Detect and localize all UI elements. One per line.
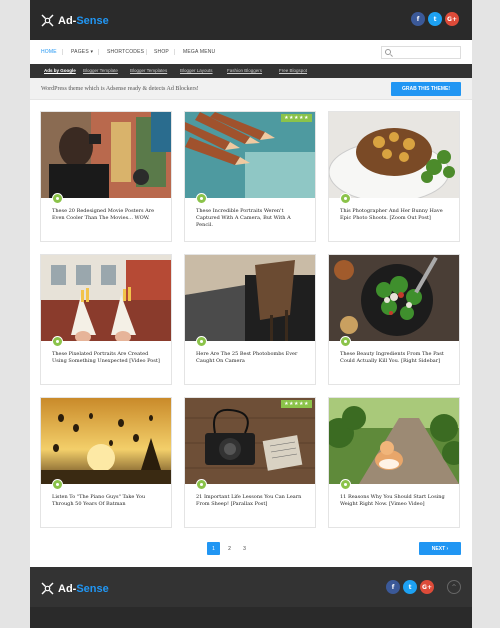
post-thumbnail[interactable] bbox=[41, 255, 171, 341]
page-link-2[interactable]: 2 bbox=[223, 542, 236, 555]
post-thumbnail[interactable]: ★★★★★ bbox=[185, 112, 315, 198]
nav-home[interactable]: HOME bbox=[41, 49, 57, 55]
page-link-3[interactable]: 3 bbox=[238, 542, 251, 555]
twitter-icon[interactable]: t bbox=[403, 580, 417, 594]
post-title[interactable]: 11 Reasons Why You Should Start Losing W… bbox=[340, 494, 452, 508]
google-plus-icon[interactable]: G+ bbox=[420, 580, 434, 594]
post-card[interactable]: These Pixelated Portraits Are Created Us… bbox=[40, 254, 172, 385]
footer-logo[interactable]: Ad-Sense bbox=[41, 580, 109, 597]
post-card[interactable]: ★★★★★ These Incredible Portraits Weren't… bbox=[184, 111, 316, 242]
facebook-icon[interactable]: f bbox=[411, 12, 425, 26]
post-thumbnail[interactable]: ★★★★★ bbox=[185, 398, 315, 484]
post-thumbnail[interactable] bbox=[329, 255, 459, 341]
search-input[interactable] bbox=[381, 46, 461, 59]
post-card[interactable]: 11 Reasons Why You Should Start Losing W… bbox=[328, 397, 460, 528]
ad-link[interactable]: Blogger Layouts bbox=[180, 68, 213, 73]
promo-text: WordPress theme which is Adsense ready &… bbox=[41, 86, 199, 92]
category-icon[interactable] bbox=[52, 336, 63, 347]
nav-shop[interactable]: SHOP bbox=[154, 49, 169, 55]
post-title[interactable]: Here Are The 25 Best Photobombs Ever Cau… bbox=[196, 351, 308, 365]
post-thumbnail[interactable] bbox=[41, 398, 171, 484]
post-thumbnail[interactable] bbox=[185, 255, 315, 341]
promo-bar: WordPress theme which is Adsense ready &… bbox=[30, 78, 472, 100]
next-page-button[interactable]: NEXT › bbox=[419, 542, 461, 555]
nav-divider bbox=[98, 49, 99, 55]
grab-theme-button[interactable]: GRAB THIS THEME! bbox=[391, 82, 461, 96]
nav-pages[interactable]: PAGES ▾ bbox=[71, 49, 93, 55]
category-icon[interactable] bbox=[196, 479, 207, 490]
ad-link[interactable]: Free Blogspot bbox=[279, 68, 307, 73]
footer-bottom-bar bbox=[30, 607, 472, 628]
category-icon[interactable] bbox=[196, 193, 207, 204]
logo-text: Ad-Sense bbox=[58, 14, 109, 27]
post-thumbnail[interactable] bbox=[329, 112, 459, 198]
ads-by-google-link[interactable]: Ads by Google bbox=[44, 68, 76, 73]
nav-divider bbox=[146, 49, 147, 55]
page: Ad-Sense f t G+ HOME PAGES ▾ SHORTCODES … bbox=[30, 0, 472, 628]
category-icon[interactable] bbox=[52, 193, 63, 204]
footer-social: f t G+ bbox=[386, 580, 434, 594]
category-icon[interactable] bbox=[340, 336, 351, 347]
ad-link[interactable]: Blogger Template bbox=[83, 68, 118, 73]
back-to-top-button[interactable]: ^ bbox=[447, 580, 461, 594]
post-title[interactable]: These Pixelated Portraits Are Created Us… bbox=[52, 351, 164, 365]
post-title[interactable]: Listen To "The Piano Guys" Take You Thro… bbox=[52, 494, 164, 508]
nav-shortcodes[interactable]: SHORTCODES bbox=[107, 49, 144, 55]
post-title[interactable]: These 20 Redesigned Movie Posters Are Ev… bbox=[52, 208, 164, 222]
ad-links-bar: Ads by Google Blogger Template Blogger T… bbox=[30, 64, 472, 78]
nav-divider bbox=[62, 49, 63, 55]
rating-badge: ★★★★★ bbox=[281, 400, 312, 408]
search-icon bbox=[385, 49, 391, 55]
category-icon[interactable] bbox=[196, 336, 207, 347]
post-thumbnail[interactable] bbox=[41, 112, 171, 198]
site-header: Ad-Sense f t G+ bbox=[30, 0, 472, 40]
post-card[interactable]: Here Are The 25 Best Photobombs Ever Cau… bbox=[184, 254, 316, 385]
logo-icon bbox=[41, 14, 54, 27]
site-logo[interactable]: Ad-Sense bbox=[41, 12, 109, 29]
rating-badge: ★★★★★ bbox=[281, 114, 312, 122]
category-icon[interactable] bbox=[340, 193, 351, 204]
facebook-icon[interactable]: f bbox=[386, 580, 400, 594]
post-card[interactable]: These 20 Redesigned Movie Posters Are Ev… bbox=[40, 111, 172, 242]
post-title[interactable]: This Photographer And Her Bunny Have Epi… bbox=[340, 208, 452, 222]
main-nav: HOME PAGES ▾ SHORTCODES SHOP MEGA MENU bbox=[30, 40, 472, 64]
twitter-icon[interactable]: t bbox=[428, 12, 442, 26]
post-title[interactable]: 21 Important Life Lessons You Can Learn … bbox=[196, 494, 308, 508]
category-icon[interactable] bbox=[52, 479, 63, 490]
post-card[interactable]: ★★★★★ 21 Important Life Lessons You Can … bbox=[184, 397, 316, 528]
category-icon[interactable] bbox=[340, 479, 351, 490]
post-card[interactable]: Listen To "The Piano Guys" Take You Thro… bbox=[40, 397, 172, 528]
ad-link[interactable]: Blogger Templates bbox=[130, 68, 167, 73]
ad-link[interactable]: Fashion Bloggers bbox=[227, 68, 262, 73]
logo-text: Ad-Sense bbox=[58, 582, 109, 595]
site-footer: Ad-Sense f t G+ ^ bbox=[30, 567, 472, 628]
google-plus-icon[interactable]: G+ bbox=[445, 12, 459, 26]
header-social: f t G+ bbox=[411, 12, 459, 26]
post-card[interactable]: These Beauty Ingredients From The Past C… bbox=[328, 254, 460, 385]
post-title[interactable]: These Beauty Ingredients From The Past C… bbox=[340, 351, 452, 365]
post-thumbnail[interactable] bbox=[329, 398, 459, 484]
nav-divider bbox=[174, 49, 175, 55]
page-link-1[interactable]: 1 bbox=[207, 542, 220, 555]
nav-mega-menu[interactable]: MEGA MENU bbox=[183, 49, 215, 55]
post-card[interactable]: This Photographer And Her Bunny Have Epi… bbox=[328, 111, 460, 242]
post-title[interactable]: These Incredible Portraits Weren't Captu… bbox=[196, 208, 308, 230]
logo-icon bbox=[41, 582, 54, 595]
